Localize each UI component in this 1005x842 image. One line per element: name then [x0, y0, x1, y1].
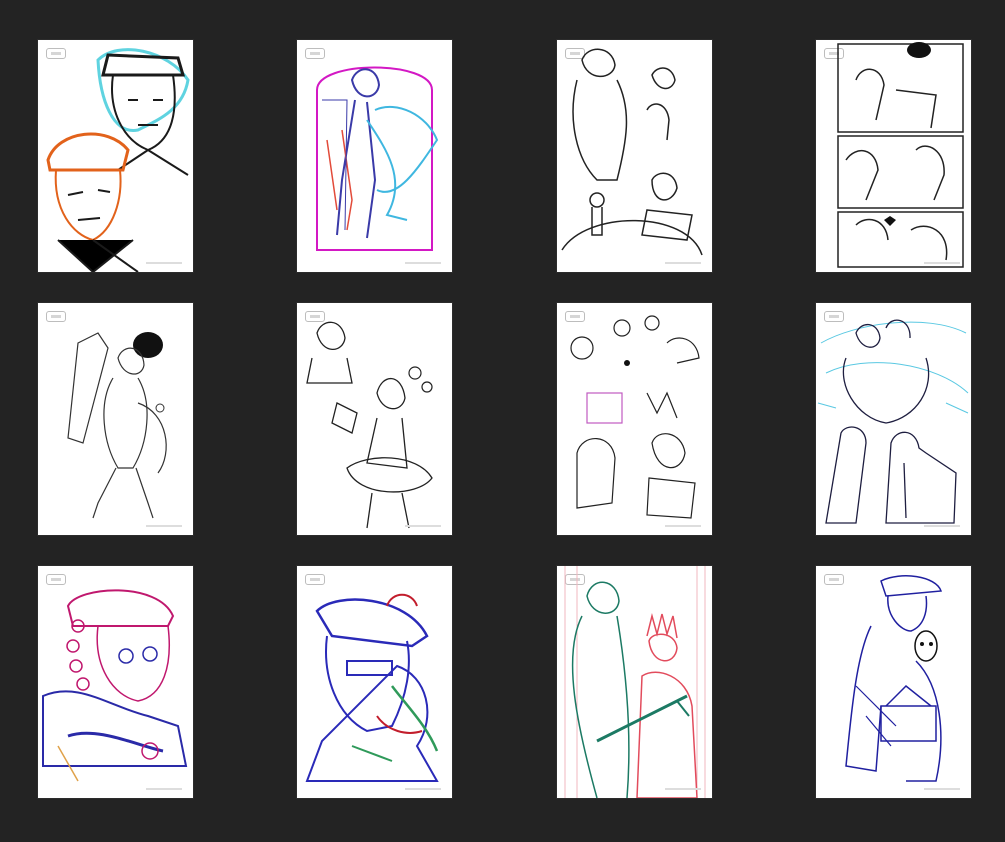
sketch-artwork — [46, 48, 190, 272]
watermark-text — [146, 525, 182, 527]
gallery-thumbnail-5[interactable] — [38, 303, 193, 535]
watermark-text — [146, 788, 182, 790]
sketch-artwork — [837, 42, 964, 268]
watermark-text — [924, 262, 960, 264]
watermark-text — [665, 262, 701, 264]
watermark-text — [146, 262, 182, 264]
gallery-thumbnail-9[interactable] — [38, 566, 193, 798]
gallery-thumbnail-3[interactable] — [557, 40, 712, 272]
sketch-artwork — [305, 593, 439, 782]
sketch-artwork — [67, 332, 167, 519]
gallery-thumbnail-6[interactable] — [297, 303, 452, 535]
gallery-thumbnail-7[interactable] — [557, 303, 712, 535]
sketch-artwork — [306, 321, 433, 529]
gallery-thumbnail-12[interactable] — [816, 566, 971, 798]
watermark-text — [405, 788, 441, 790]
watermark-text — [405, 262, 441, 264]
sketch-artwork — [42, 589, 188, 782]
gallery-thumbnail-1[interactable] — [38, 40, 193, 272]
gallery-thumbnail-4[interactable] — [816, 40, 971, 272]
sketch-artwork — [570, 315, 700, 519]
sketch-artwork — [817, 319, 969, 524]
watermark-text — [405, 525, 441, 527]
gallery-thumbnail-10[interactable] — [297, 566, 452, 798]
watermark-text — [924, 788, 960, 790]
sketch-artwork — [845, 575, 943, 782]
gallery-thumbnail-11[interactable] — [557, 566, 712, 798]
watermark-text — [924, 525, 960, 527]
sketch-artwork — [561, 48, 703, 256]
sketch-artwork — [564, 566, 706, 798]
sketch-artwork — [316, 66, 439, 251]
watermark-text — [665, 525, 701, 527]
gallery-thumbnail-8[interactable] — [816, 303, 971, 535]
sketch-gallery — [0, 0, 1005, 842]
watermark-text — [665, 788, 701, 790]
gallery-thumbnail-2[interactable] — [297, 40, 452, 272]
